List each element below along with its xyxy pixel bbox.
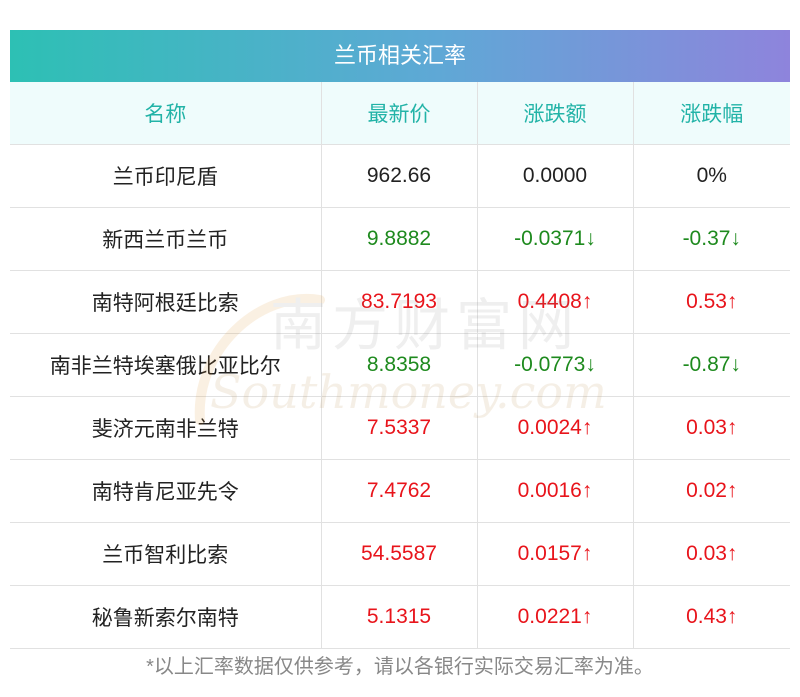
rate-table-card: 兰币相关汇率 名称 最新价 涨跌额 涨跌幅 兰币印尼盾 962.66 0.000… xyxy=(10,30,790,649)
table-row: 斐济元南非兰特 7.5337 0.0024↑ 0.03↑ xyxy=(10,396,790,460)
change-amount: 0.0016↑ xyxy=(477,459,634,523)
change-amount: -0.0773↓ xyxy=(477,333,634,397)
header-pct: 涨跌幅 xyxy=(633,82,790,145)
change-amount: 0.4408↑ xyxy=(477,270,634,334)
change-percent: 0% xyxy=(633,144,790,208)
header-name: 名称 xyxy=(10,82,322,145)
currency-pair-name: 南非兰特埃塞俄比亚比尔 xyxy=(10,333,322,397)
change-percent: -0.87↓ xyxy=(633,333,790,397)
change-percent: -0.37↓ xyxy=(633,207,790,271)
currency-pair-name: 兰币智利比索 xyxy=(10,522,322,586)
disclaimer-footnote: *以上汇率数据仅供参考，请以各银行实际交易汇率为准。 xyxy=(146,656,654,678)
latest-price: 83.7193 xyxy=(321,270,478,334)
table-row: 南特阿根廷比索 83.7193 0.4408↑ 0.53↑ xyxy=(10,270,790,334)
header-change: 涨跌额 xyxy=(477,82,634,145)
latest-price: 8.8358 xyxy=(321,333,478,397)
currency-pair-name: 南特肯尼亚先令 xyxy=(10,459,322,523)
table-row: 兰币智利比索 54.5587 0.0157↑ 0.03↑ xyxy=(10,522,790,586)
change-percent: 0.43↑ xyxy=(633,585,790,649)
header-price: 最新价 xyxy=(321,82,478,145)
latest-price: 9.8882 xyxy=(321,207,478,271)
change-amount: 0.0000 xyxy=(477,144,634,208)
change-amount: 0.0221↑ xyxy=(477,585,634,649)
change-percent: 0.03↑ xyxy=(633,522,790,586)
latest-price: 5.1315 xyxy=(321,585,478,649)
change-amount: 0.0024↑ xyxy=(477,396,634,460)
currency-pair-name: 南特阿根廷比索 xyxy=(10,270,322,334)
change-percent: 0.53↑ xyxy=(633,270,790,334)
latest-price: 962.66 xyxy=(321,144,478,208)
table-row: 秘鲁新索尔南特 5.1315 0.0221↑ 0.43↑ xyxy=(10,585,790,649)
rate-table: 名称 最新价 涨跌额 涨跌幅 兰币印尼盾 962.66 0.0000 0% 新西… xyxy=(10,82,790,649)
change-amount: -0.0371↓ xyxy=(477,207,634,271)
currency-pair-name: 兰币印尼盾 xyxy=(10,144,322,208)
change-amount: 0.0157↑ xyxy=(477,522,634,586)
currency-pair-name: 秘鲁新索尔南特 xyxy=(10,585,322,649)
table-row: 兰币印尼盾 962.66 0.0000 0% xyxy=(10,144,790,208)
table-row: 南非兰特埃塞俄比亚比尔 8.8358 -0.0773↓ -0.87↓ xyxy=(10,333,790,397)
currency-pair-name: 斐济元南非兰特 xyxy=(10,396,322,460)
latest-price: 7.5337 xyxy=(321,396,478,460)
table-row: 南特肯尼亚先令 7.4762 0.0016↑ 0.02↑ xyxy=(10,459,790,523)
currency-pair-name: 新西兰币兰币 xyxy=(10,207,322,271)
table-title: 兰币相关汇率 xyxy=(10,30,790,82)
table-row: 新西兰币兰币 9.8882 -0.0371↓ -0.37↓ xyxy=(10,207,790,271)
change-percent: 0.02↑ xyxy=(633,459,790,523)
change-percent: 0.03↑ xyxy=(633,396,790,460)
latest-price: 54.5587 xyxy=(321,522,478,586)
latest-price: 7.4762 xyxy=(321,459,478,523)
header-row: 名称 最新价 涨跌额 涨跌幅 xyxy=(10,82,790,145)
